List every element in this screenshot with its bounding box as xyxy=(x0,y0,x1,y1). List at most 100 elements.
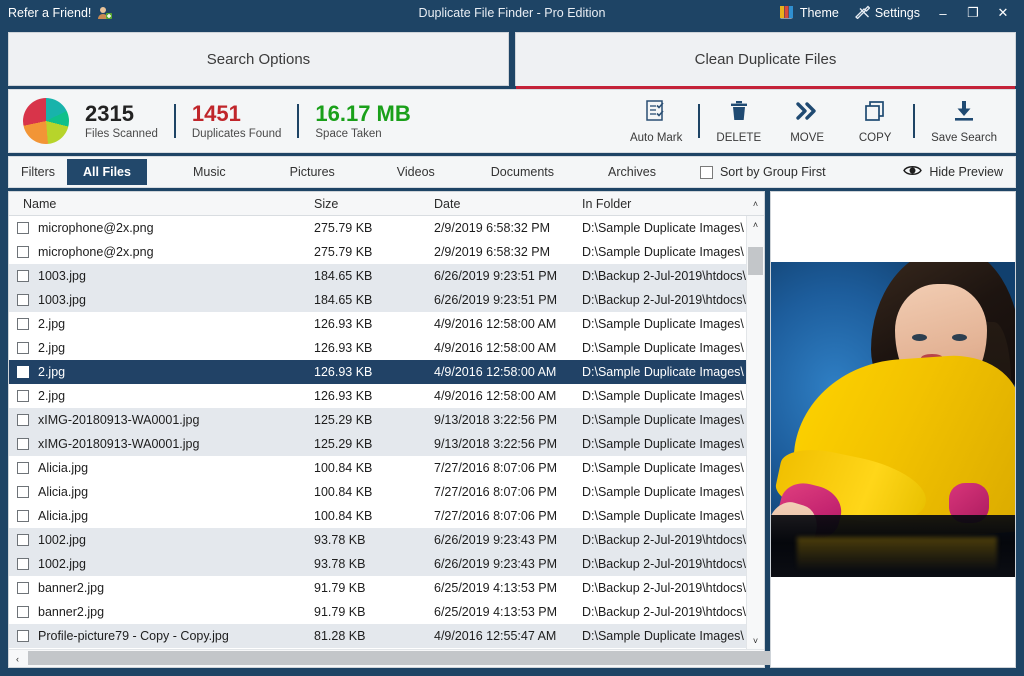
minimize-button[interactable]: – xyxy=(928,0,958,26)
row-checkbox[interactable] xyxy=(17,582,29,594)
vertical-scroll-thumb[interactable] xyxy=(748,247,763,275)
filter-tab-archives[interactable]: Archives xyxy=(592,159,672,185)
row-checkbox[interactable] xyxy=(17,438,29,450)
column-header-name[interactable]: Name xyxy=(9,197,314,211)
table-row[interactable]: 1003.jpg184.65 KB6/26/2019 9:23:51 PMD:\… xyxy=(9,288,746,312)
table-row[interactable]: 2.jpg126.93 KB4/9/2016 12:58:00 AMD:\Sam… xyxy=(9,336,746,360)
row-name-cell: microphone@2x.png xyxy=(9,221,314,235)
table-row[interactable]: 1002.jpg93.78 KB6/26/2019 9:23:43 PMD:\B… xyxy=(9,528,746,552)
table-row[interactable]: banner2.jpg91.79 KB6/25/2019 4:13:53 PMD… xyxy=(9,600,746,624)
row-size: 275.79 KB xyxy=(314,245,434,259)
table-row[interactable]: microphone@2x.png275.79 KB2/9/2019 6:58:… xyxy=(9,216,746,240)
table-row[interactable]: banner2.jpg91.79 KB6/25/2019 4:13:53 PMD… xyxy=(9,576,746,600)
table-row[interactable]: 1002.jpg93.78 KB6/26/2019 9:23:43 PMD:\B… xyxy=(9,552,746,576)
refer-a-friend-button[interactable]: Refer a Friend! xyxy=(8,6,112,20)
close-button[interactable]: ✕ xyxy=(988,0,1018,26)
horizontal-scroll-track[interactable] xyxy=(26,650,747,667)
row-date: 4/9/2016 12:58:00 AM xyxy=(434,341,582,355)
filter-tab-pictures[interactable]: Pictures xyxy=(274,159,351,185)
scroll-left-button[interactable]: ‹ xyxy=(9,650,26,667)
row-checkbox[interactable] xyxy=(17,318,29,330)
row-folder: D:\Sample Duplicate Images\ xyxy=(582,509,746,523)
row-checkbox[interactable] xyxy=(17,558,29,570)
vertical-scroll-track[interactable] xyxy=(747,233,764,632)
stat-space-taken: 16.17 MB Space Taken xyxy=(315,102,410,139)
hide-preview-button[interactable]: Hide Preview xyxy=(903,164,1015,180)
title-bar: Refer a Friend! Duplicate File Finder - … xyxy=(0,0,1024,26)
table-row[interactable]: 1003.jpg184.65 KB6/26/2019 9:23:51 PMD:\… xyxy=(9,264,746,288)
row-checkbox[interactable] xyxy=(17,294,29,306)
vertical-scrollbar[interactable]: ˄ ˅ xyxy=(746,216,764,649)
tab-search-options[interactable]: Search Options xyxy=(8,32,509,86)
row-checkbox[interactable] xyxy=(17,246,29,258)
settings-button[interactable]: Settings xyxy=(847,5,928,22)
delete-button[interactable]: DELETE xyxy=(704,99,773,144)
row-checkbox[interactable] xyxy=(17,366,29,378)
files-scanned-label: Files Scanned xyxy=(85,128,158,140)
table-row[interactable]: 2.jpg126.93 KB4/9/2016 12:58:00 AMD:\Sam… xyxy=(9,360,746,384)
move-button[interactable]: MOVE xyxy=(773,99,841,144)
table-row[interactable]: Alicia.jpg100.84 KB7/27/2016 8:07:06 PMD… xyxy=(9,456,746,480)
row-size: 184.65 KB xyxy=(314,269,434,283)
trash-icon xyxy=(727,99,751,128)
row-checkbox[interactable] xyxy=(17,414,29,426)
maximize-button[interactable]: ❐ xyxy=(958,0,988,26)
filter-tab-all-files[interactable]: All Files xyxy=(67,159,147,185)
scroll-up-arrow-icon[interactable]: ˄ xyxy=(747,199,764,209)
scroll-down-button[interactable]: ˅ xyxy=(747,632,764,649)
row-size: 100.84 KB xyxy=(314,461,434,475)
row-folder: D:\Sample Duplicate Images\ xyxy=(582,413,746,427)
row-checkbox[interactable] xyxy=(17,486,29,498)
row-name-cell: 1002.jpg xyxy=(9,557,314,571)
row-file-name: 2.jpg xyxy=(38,365,65,379)
table-row[interactable]: Profile-picture79 - Copy - Copy.jpg81.28… xyxy=(9,624,746,648)
table-row[interactable]: Alicia.jpg100.84 KB7/27/2016 8:07:06 PMD… xyxy=(9,480,746,504)
row-checkbox[interactable] xyxy=(17,534,29,546)
column-header-in-folder[interactable]: In Folder xyxy=(582,197,747,211)
column-header-size[interactable]: Size xyxy=(314,197,434,211)
table-row[interactable]: microphone@2x.png275.79 KB2/9/2019 6:58:… xyxy=(9,240,746,264)
row-date: 4/9/2016 12:58:00 AM xyxy=(434,389,582,403)
row-checkbox[interactable] xyxy=(17,390,29,402)
table-row[interactable]: xIMG-20180913-WA0001.jpg125.29 KB9/13/20… xyxy=(9,432,746,456)
filter-tab-documents[interactable]: Documents xyxy=(475,159,570,185)
checklist-icon xyxy=(644,99,668,128)
save-search-button[interactable]: Save Search xyxy=(919,99,1009,144)
row-checkbox[interactable] xyxy=(17,222,29,234)
auto-mark-button[interactable]: Auto Mark xyxy=(618,99,694,144)
row-size: 125.29 KB xyxy=(314,437,434,451)
row-checkbox[interactable] xyxy=(17,630,29,642)
scroll-up-button[interactable]: ˄ xyxy=(747,216,764,233)
horizontal-scrollbar[interactable]: ‹ › xyxy=(9,649,764,667)
row-folder: D:\Sample Duplicate Images\ xyxy=(582,365,746,379)
filter-tab-archives-label: Archives xyxy=(608,165,656,179)
row-checkbox[interactable] xyxy=(17,342,29,354)
row-checkbox[interactable] xyxy=(17,462,29,474)
table-row[interactable]: xIMG-20180913-WA0001.jpg125.29 KB9/13/20… xyxy=(9,408,746,432)
row-name-cell: 1003.jpg xyxy=(9,269,314,283)
row-name-cell: Alicia.jpg xyxy=(9,461,314,475)
theme-button[interactable]: Theme xyxy=(772,5,847,22)
sort-by-group-first-checkbox[interactable]: Sort by Group First xyxy=(700,165,826,179)
filter-tab-videos[interactable]: Videos xyxy=(381,159,451,185)
row-checkbox[interactable] xyxy=(17,510,29,522)
row-name-cell: 1003.jpg xyxy=(9,293,314,307)
row-checkbox[interactable] xyxy=(17,606,29,618)
table-row[interactable]: Alicia.jpg100.84 KB7/27/2016 8:07:06 PMD… xyxy=(9,504,746,528)
stat-duplicates-found: 1451 Duplicates Found xyxy=(192,102,282,139)
horizontal-scroll-thumb[interactable] xyxy=(28,651,858,665)
download-icon xyxy=(952,99,976,128)
file-list-header: Name Size Date In Folder ˄ xyxy=(9,192,764,216)
row-checkbox[interactable] xyxy=(17,270,29,282)
copy-button[interactable]: COPY xyxy=(841,99,909,144)
column-header-date[interactable]: Date xyxy=(434,197,582,211)
files-scanned-value: 2315 xyxy=(85,102,158,125)
settings-label: Settings xyxy=(875,6,920,20)
tab-clean-duplicate-files[interactable]: Clean Duplicate Files xyxy=(515,32,1016,86)
filter-tab-music[interactable]: Music xyxy=(177,159,242,185)
row-file-name: banner2.jpg xyxy=(38,605,104,619)
table-row[interactable]: 2.jpg126.93 KB4/9/2016 12:58:00 AMD:\Sam… xyxy=(9,312,746,336)
action-divider xyxy=(698,104,700,138)
table-row[interactable]: 2.jpg126.93 KB4/9/2016 12:58:00 AMD:\Sam… xyxy=(9,384,746,408)
duplicates-found-label: Duplicates Found xyxy=(192,128,282,140)
